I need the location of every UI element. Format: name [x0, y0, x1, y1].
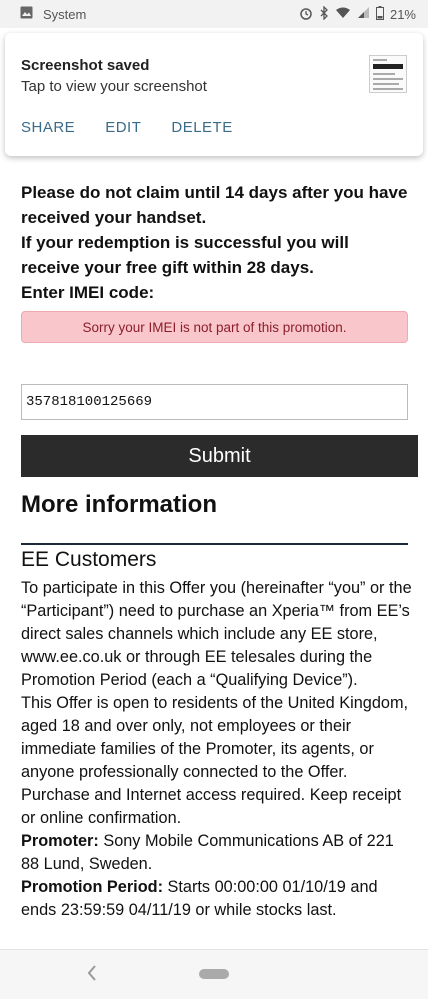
claim-form: Please do not claim until 14 days after … — [21, 180, 411, 343]
more-information-heading: More information — [21, 491, 217, 518]
imei-input[interactable] — [21, 384, 408, 420]
terms-paragraph-2: This Offer is open to residents of the U… — [21, 694, 409, 827]
wifi-icon — [335, 6, 351, 22]
promoter-line: Promoter: Sony Mobile Communications AB … — [21, 830, 413, 876]
section-divider — [21, 543, 408, 545]
delete-button[interactable]: DELETE — [171, 119, 232, 136]
image-icon — [20, 6, 33, 22]
battery-icon — [375, 5, 384, 23]
share-button[interactable]: SHARE — [21, 119, 75, 136]
imei-error-alert: Sorry your IMEI is not part of this prom… — [21, 311, 408, 343]
alarm-icon — [299, 6, 313, 23]
navigation-bar — [0, 949, 428, 999]
notification-title: Screenshot saved — [21, 57, 150, 74]
notification-subtitle: Tap to view your screenshot — [21, 78, 207, 95]
bluetooth-icon — [319, 4, 329, 23]
signal-icon — [357, 6, 370, 22]
promoter-label: Promoter: — [21, 832, 99, 850]
battery-percent: 21% — [389, 6, 416, 22]
back-icon[interactable] — [86, 962, 98, 988]
status-app-label: System — [43, 6, 87, 22]
terms-paragraph-1: To participate in this Offer you (herein… — [21, 579, 412, 689]
submit-button[interactable]: Submit — [21, 435, 418, 477]
edit-button[interactable]: EDIT — [105, 119, 141, 136]
promotion-period-line: Promotion Period: Starts 00:00:00 01/10/… — [21, 876, 413, 922]
claim-wait-notice: Please do not claim until 14 days after … — [21, 183, 408, 227]
screenshot-thumbnail[interactable] — [369, 55, 407, 93]
ee-customers-heading: EE Customers — [21, 548, 157, 571]
terms-text: To participate in this Offer you (herein… — [21, 577, 413, 922]
home-pill-icon[interactable] — [199, 969, 229, 979]
gift-delivery-notice: If your redemption is successful you wil… — [21, 233, 349, 277]
imei-label: Enter IMEI code: — [21, 283, 155, 302]
status-bar: System 21% — [0, 0, 428, 28]
promotion-period-label: Promotion Period: — [21, 878, 164, 896]
imei-error-text: Sorry your IMEI is not part of this prom… — [82, 319, 347, 335]
screenshot-notification[interactable]: Screenshot saved Tap to view your screen… — [5, 33, 423, 156]
